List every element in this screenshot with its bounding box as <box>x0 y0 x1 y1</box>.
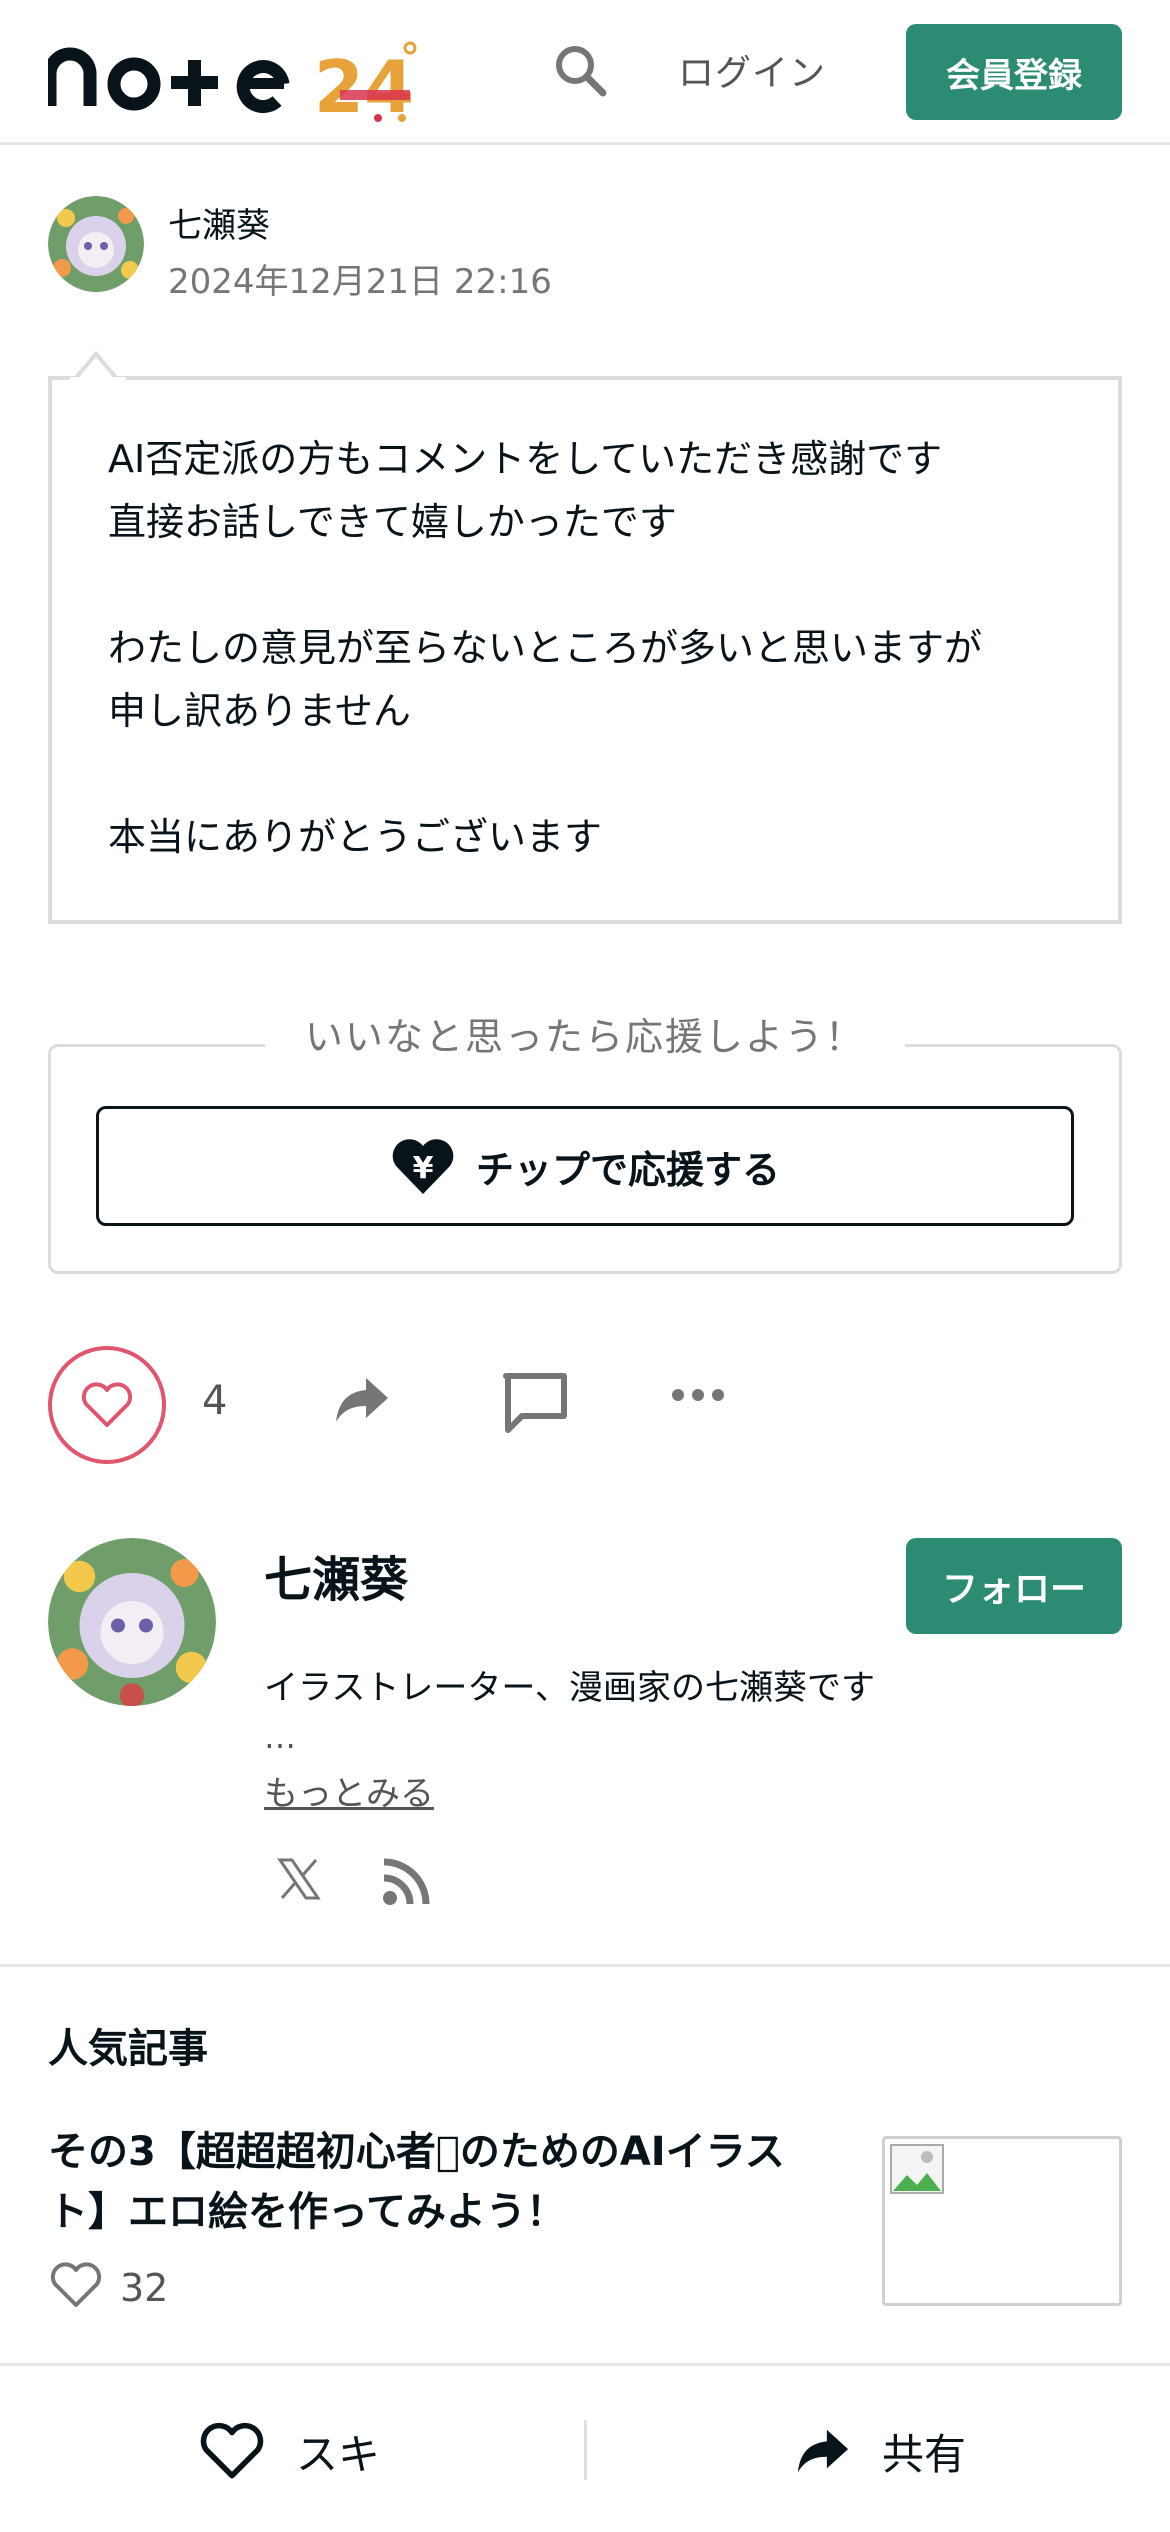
bottom-share-label: 共有 <box>882 2429 967 2479</box>
broken-image-icon <box>890 2144 944 2194</box>
comment-bubble: AI否定派の方もコメントをしていただき感謝です 直接お話しできて嬉しかったです … <box>48 376 1122 924</box>
comment-icon[interactable] <box>500 1370 570 1440</box>
popular-like-count: 32 <box>120 2266 169 2310</box>
popular-article-thumbnail[interactable] <box>882 2136 1122 2306</box>
site-header: 24 ログイン 会員登録 <box>0 0 1170 145</box>
rss-icon[interactable] <box>380 1856 432 1912</box>
comment-author-name[interactable]: 七瀬葵 <box>168 198 270 247</box>
popular-heading: 人気記事 <box>48 2026 208 2072</box>
bubble-tail <box>70 350 126 382</box>
bottom-like-label: スキ <box>296 2429 381 2479</box>
bottom-like-button[interactable]: スキ <box>200 2416 380 2486</box>
profile-bio-ellipsis: … <box>264 1718 296 1756</box>
comment-author-avatar[interactable] <box>48 196 144 292</box>
search-button[interactable] <box>545 35 615 105</box>
popular-heart-icon <box>50 2262 102 2312</box>
comment-date: 2024年12月21日 22:16 <box>168 262 552 302</box>
x-icon[interactable] <box>276 1856 322 1906</box>
see-more-link[interactable]: もっとみる <box>264 1766 434 1815</box>
profile-name[interactable]: 七瀬葵 <box>264 1540 408 1610</box>
heart-icon <box>81 1382 133 1427</box>
bottom-bar-separator <box>584 2420 587 2480</box>
note-logo[interactable]: 24 <box>43 34 468 129</box>
more-icon[interactable] <box>670 1385 726 1409</box>
profile-avatar[interactable] <box>48 1538 216 1706</box>
bottom-share-button[interactable]: 共有 <box>794 2416 966 2486</box>
like-button[interactable] <box>48 1346 166 1464</box>
tip-heading: いいなと思ったら応援しよう！ <box>264 1015 905 1059</box>
tip-heading-wrap: いいなと思ったら応援しよう！ <box>0 1006 1170 1061</box>
tip-button-label: チップで応援する <box>475 1147 780 1192</box>
share-icon <box>797 2429 849 2473</box>
login-link[interactable]: ログイン <box>678 44 826 96</box>
section-divider <box>0 1964 1170 1967</box>
popular-article-title[interactable]: その3【超超超初心者􏿾のためのAIイラスト】エロ絵を作ってみよう！ <box>48 2122 838 2242</box>
like-count: 4 <box>202 1378 228 1424</box>
follow-button[interactable]: フォロー <box>906 1538 1122 1634</box>
search-icon <box>556 46 607 97</box>
share-icon[interactable] <box>332 1372 392 1432</box>
heart-icon <box>200 2422 264 2479</box>
signup-button[interactable]: 会員登録 <box>906 24 1122 120</box>
profile-bio: イラストレーター、漫画家の七瀬葵です <box>264 1668 875 1708</box>
comment-body: AI否定派の方もコメントをしていただき感謝です 直接お話しできて嬉しかったです … <box>108 437 983 859</box>
logo-badge: 24 <box>314 45 414 124</box>
bottom-action-bar: スキ 共有 <box>0 2363 1170 2532</box>
yen-heart-icon: ¥ <box>392 1139 454 1194</box>
tip-button[interactable]: ¥ チップで応援する <box>96 1106 1074 1226</box>
svg-text:¥: ¥ <box>413 1151 434 1186</box>
